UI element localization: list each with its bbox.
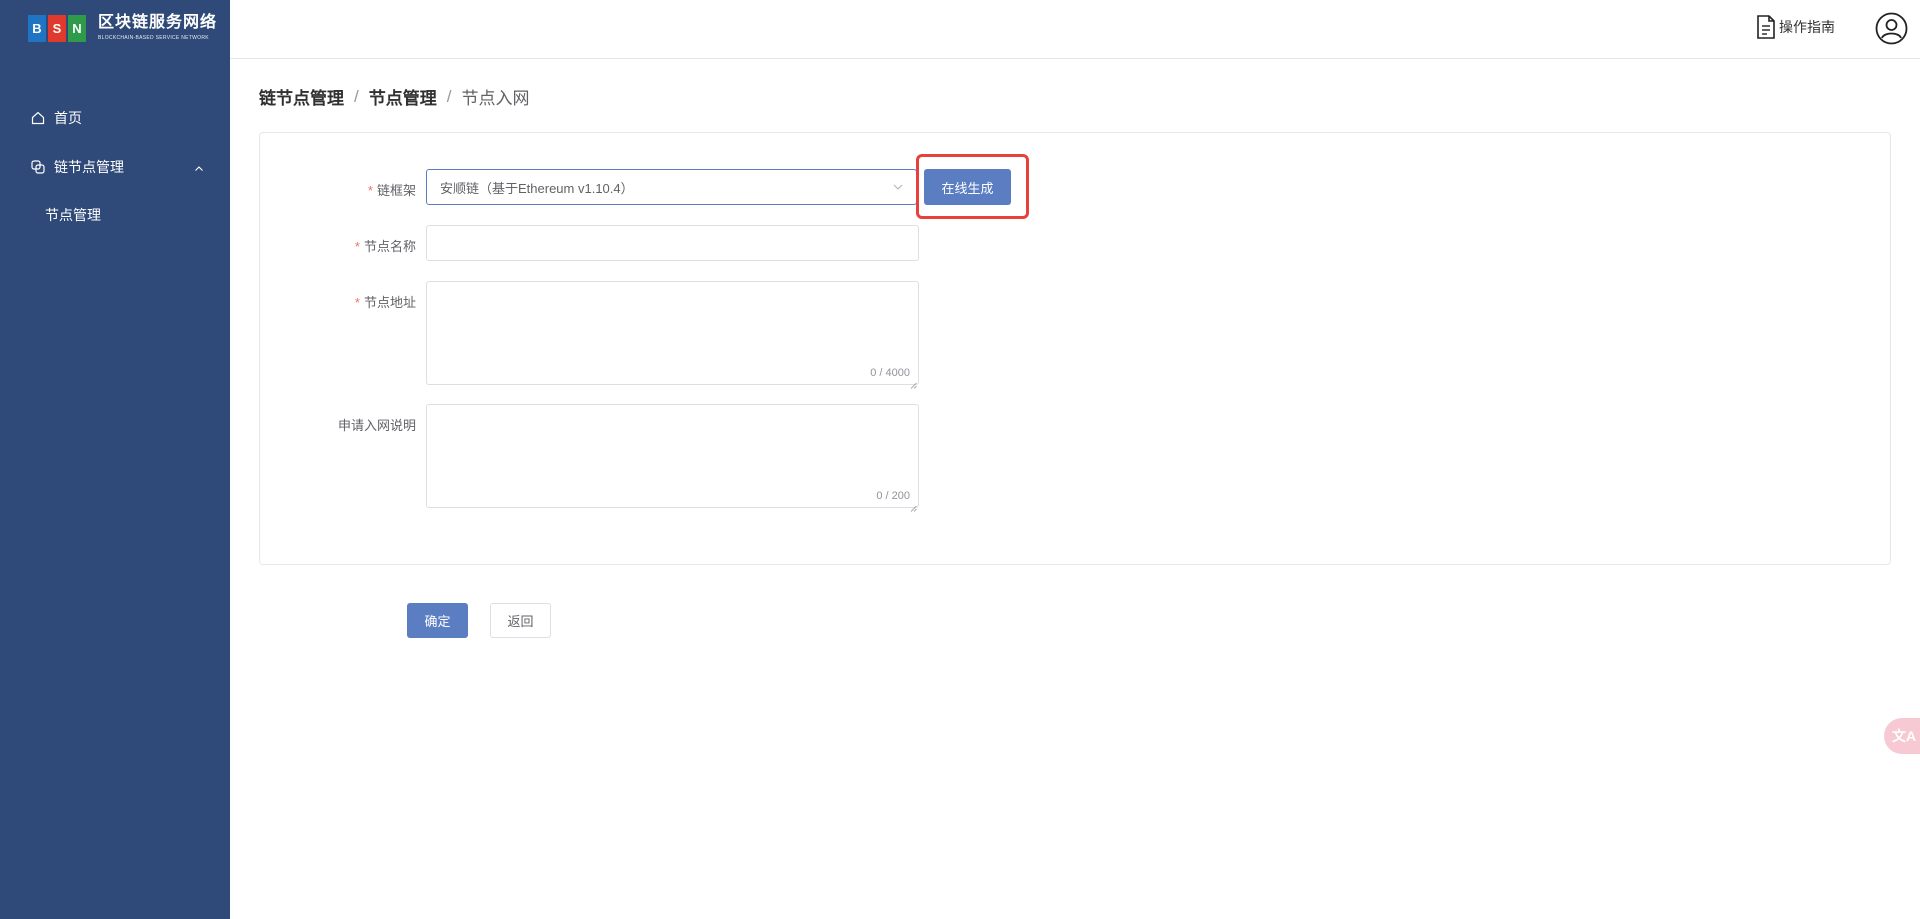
document-icon bbox=[1755, 14, 1777, 40]
online-generate-button[interactable]: 在线生成 bbox=[924, 169, 1011, 205]
description-label: 申请入网说明 bbox=[337, 418, 416, 433]
framework-select[interactable]: 安顺链（基于Ethereum v1.10.4） bbox=[426, 169, 917, 205]
node-name-input[interactable] bbox=[426, 225, 919, 261]
sidebar-item-label: 首页 bbox=[54, 110, 82, 126]
home-icon bbox=[30, 110, 46, 126]
sidebar-item-label: 链节点管理 bbox=[54, 159, 124, 175]
bsn-logo[interactable]: B S N 区块链服务网络 BLOCKCHAIN-BASED SERVICE N… bbox=[28, 14, 217, 42]
resize-grip-icon[interactable] bbox=[910, 376, 917, 389]
logo-letter-b: B bbox=[28, 14, 46, 42]
required-mark: * bbox=[354, 239, 360, 254]
breadcrumb-item-chain-node-management[interactable]: 链节点管理 bbox=[259, 84, 344, 109]
logo-subtitle: BLOCKCHAIN-BASED SERVICE NETWORK bbox=[98, 35, 209, 41]
translate-label: 文A bbox=[1892, 728, 1917, 744]
breadcrumb: 链节点管理 / 节点管理 / 节点入网 bbox=[259, 84, 529, 109]
logo-letter-n: N bbox=[68, 14, 86, 42]
logo-letter-s: S bbox=[48, 14, 66, 42]
breadcrumb-separator: / bbox=[354, 86, 359, 106]
node-address-counter: 0 / 4000 bbox=[870, 367, 910, 379]
back-button[interactable]: 返回 bbox=[490, 603, 551, 638]
node-address-textarea[interactable]: 0 / 4000 bbox=[426, 281, 919, 389]
framework-label: * 链框架 bbox=[367, 183, 416, 198]
link-icon bbox=[30, 159, 46, 175]
description-textarea[interactable]: 0 / 200 bbox=[426, 404, 919, 512]
framework-select-value: 安顺链（基于Ethereum v1.10.4） bbox=[440, 180, 634, 196]
required-mark: * bbox=[354, 295, 360, 310]
top-header: 操作指南 bbox=[230, 0, 1920, 59]
confirm-button[interactable]: 确定 bbox=[407, 603, 468, 638]
sidebar-subitem-label: 节点管理 bbox=[45, 207, 101, 223]
node-address-label: * 节点地址 bbox=[354, 295, 416, 310]
breadcrumb-item-current: 节点入网 bbox=[461, 89, 530, 108]
required-mark: * bbox=[367, 183, 373, 198]
logo-text: 区块链服务网络 BLOCKCHAIN-BASED SERVICE NETWORK bbox=[98, 14, 217, 42]
chevron-down-icon bbox=[892, 181, 904, 196]
sidebar-item-home[interactable]: 首页 bbox=[0, 100, 230, 136]
resize-grip-icon[interactable] bbox=[910, 499, 917, 512]
logo-blocks: B S N bbox=[28, 14, 88, 42]
operation-guide-label: 操作指南 bbox=[1779, 19, 1835, 35]
sidebar-item-node-management[interactable]: 节点管理 bbox=[0, 197, 230, 233]
sidebar: B S N 区块链服务网络 BLOCKCHAIN-BASED SERVICE N… bbox=[0, 0, 230, 919]
description-counter: 0 / 200 bbox=[876, 490, 910, 502]
node-name-label: * 节点名称 bbox=[354, 239, 416, 254]
logo-title: 区块链服务网络 bbox=[98, 14, 218, 31]
operation-guide-link[interactable]: 操作指南 bbox=[1755, 14, 1835, 40]
breadcrumb-separator: / bbox=[446, 86, 452, 106]
breadcrumb-item-node-management[interactable]: 节点管理 bbox=[369, 84, 437, 109]
sidebar-item-chain-node-management[interactable]: 链节点管理 bbox=[0, 149, 230, 185]
chevron-up-icon bbox=[194, 161, 204, 177]
translate-icon[interactable]: 文A bbox=[1884, 718, 1920, 754]
user-avatar-icon[interactable] bbox=[1875, 12, 1908, 45]
